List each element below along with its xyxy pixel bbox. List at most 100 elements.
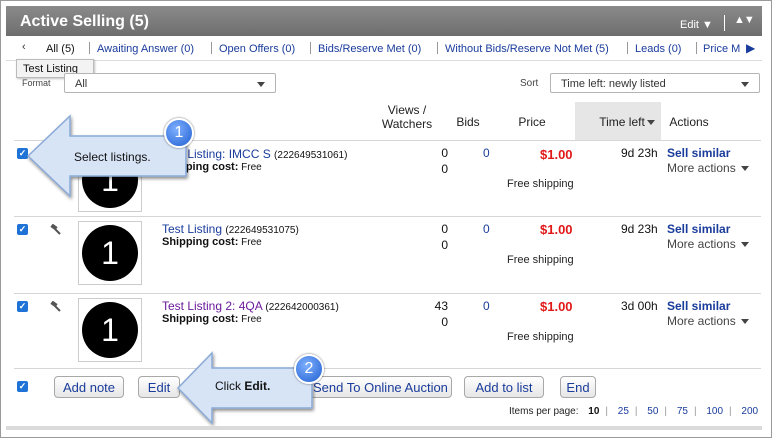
callout-1-text: Select listings.	[74, 150, 151, 164]
tab-without-bids[interactable]: Without Bids/Reserve Not Met (5)	[445, 43, 609, 55]
thumbnail-number: 1	[82, 302, 138, 358]
divider: |	[693, 406, 697, 417]
listing-watchers: 0	[441, 315, 448, 329]
listing-bids[interactable]: 0	[483, 299, 490, 313]
select-all-checkbox[interactable]: ✓	[17, 381, 28, 392]
items-per-page-50[interactable]: 50	[647, 406, 658, 417]
panel-footer	[6, 426, 762, 430]
callout-2-text: Click Edit.	[215, 379, 270, 393]
items-per-page-200[interactable]: 200	[741, 406, 758, 417]
items-per-page-label: Items per page:	[509, 406, 579, 417]
more-actions-dropdown[interactable]: More actions	[667, 237, 750, 251]
tab-price[interactable]: Price M	[703, 43, 740, 55]
chevron-down-icon	[741, 82, 749, 87]
sell-similar-link[interactable]: Sell similar	[667, 222, 730, 236]
tab-all[interactable]: All (5)	[46, 43, 75, 55]
divider	[696, 42, 697, 54]
listing-thumbnail[interactable]: 1	[78, 221, 142, 285]
listing-price: $1.00	[540, 147, 573, 162]
shipping-value: Free	[241, 162, 262, 173]
divider	[14, 216, 761, 217]
listing-bids[interactable]: 0	[483, 222, 490, 236]
add-note-button[interactable]: Add note	[54, 376, 124, 398]
listing-watchers: 0	[441, 238, 448, 252]
listing-item-id: (222649531061)	[274, 150, 348, 161]
edit-button[interactable]: Edit	[138, 376, 180, 398]
listing-thumbnail[interactable]: 1	[78, 298, 142, 362]
listing-views: 0	[441, 146, 448, 160]
divider	[724, 15, 725, 31]
listing-free-shipping: Free shipping	[507, 331, 574, 343]
col-time-left-label: Time left	[599, 115, 645, 129]
listing-title-link[interactable]: Test Listing (222649531075)	[162, 222, 299, 236]
tab-leads[interactable]: Leads (0)	[635, 43, 681, 55]
format-select[interactable]: All	[64, 73, 276, 93]
col-watchers-label: Watchers	[381, 117, 433, 131]
listing-item-id: (222642000361)	[265, 302, 339, 313]
format-label: Format	[22, 78, 51, 88]
callout-2-prefix: Click	[215, 379, 245, 393]
collapse-expand-icon[interactable]: ▲▼	[734, 14, 755, 26]
divider: |	[634, 406, 638, 417]
panel-header: Active Selling (5) Edit ▼ ▲▼	[6, 6, 762, 36]
divider	[627, 42, 628, 54]
listing-item-id: (222649531075)	[225, 225, 299, 236]
gavel-icon	[50, 301, 61, 312]
gavel-icon	[50, 224, 61, 235]
callout-2-bold: Edit.	[244, 379, 271, 393]
sort-value: Time left: newly listed	[561, 78, 666, 90]
col-bids[interactable]: Bids	[450, 115, 486, 151]
col-views-watchers[interactable]: Views / Watchers	[372, 103, 442, 139]
sort-desc-icon	[646, 120, 655, 126]
listing-free-shipping: Free shipping	[507, 178, 574, 190]
listing-views: 0	[441, 222, 448, 236]
more-actions-dropdown[interactable]: More actions	[667, 314, 750, 328]
more-actions-label: More actions	[667, 237, 736, 251]
items-per-page-25[interactable]: 25	[618, 406, 629, 417]
items-per-page-100[interactable]: 100	[706, 406, 723, 417]
more-actions-label: More actions	[667, 161, 736, 175]
divider	[89, 42, 90, 54]
listing-title: Test Listing	[162, 222, 223, 236]
sort-label: Sort	[520, 78, 539, 89]
listing-bids[interactable]: 0	[483, 146, 490, 160]
tab-open-offers[interactable]: Open Offers (0)	[219, 43, 295, 55]
listing-time-left: 9d 23h	[621, 146, 658, 160]
listing-checkbox[interactable]: ✓	[17, 301, 28, 312]
format-value: All	[75, 78, 88, 90]
listing-price: $1.00	[540, 222, 573, 237]
listing-watchers: 0	[441, 162, 448, 176]
end-button[interactable]: End	[560, 376, 596, 398]
divider	[310, 42, 311, 54]
chevron-down-icon	[257, 82, 265, 87]
listing-time-left: 3d 00h	[621, 299, 658, 313]
more-actions-dropdown[interactable]: More actions	[667, 161, 750, 175]
tab-scroll-left-icon[interactable]: ‹	[22, 41, 26, 53]
items-per-page: Items per page: 10 | 25 | 50 | 75 | 100 | 200	[509, 406, 758, 417]
divider	[14, 293, 761, 294]
items-per-page-75[interactable]: 75	[677, 406, 688, 417]
tab-awaiting-answer[interactable]: Awaiting Answer (0)	[97, 43, 194, 55]
chevron-down-icon	[741, 319, 750, 325]
listing-shipping: Shipping cost: Free	[162, 236, 262, 248]
items-per-page-10[interactable]: 10	[588, 406, 599, 417]
tab-scroll-right-icon[interactable]: ▶	[746, 41, 755, 55]
sell-similar-link[interactable]: Sell similar	[667, 146, 730, 160]
listing-checkbox[interactable]: ✓	[17, 224, 28, 235]
divider	[437, 42, 438, 54]
shipping-label: Shipping cost:	[162, 313, 239, 325]
col-views-label: Views /	[387, 103, 427, 117]
chevron-down-icon: ▼	[702, 19, 713, 31]
divider: |	[729, 406, 732, 417]
callout-badge-1: 1	[164, 118, 194, 148]
divider	[211, 42, 212, 54]
sell-similar-link[interactable]: Sell similar	[667, 299, 730, 313]
col-price[interactable]: Price	[512, 115, 552, 151]
shipping-value: Free	[241, 237, 262, 248]
more-actions-label: More actions	[667, 314, 736, 328]
header-edit-dropdown[interactable]: Edit ▼	[680, 19, 713, 31]
add-to-list-button[interactable]: Add to list	[464, 376, 544, 398]
listing-title-link[interactable]: Test Listing 2: 4QA (222642000361)	[162, 299, 339, 313]
tab-bids-reserve-met[interactable]: Bids/Reserve Met (0)	[318, 43, 421, 55]
sort-select[interactable]: Time left: newly listed	[550, 73, 760, 93]
